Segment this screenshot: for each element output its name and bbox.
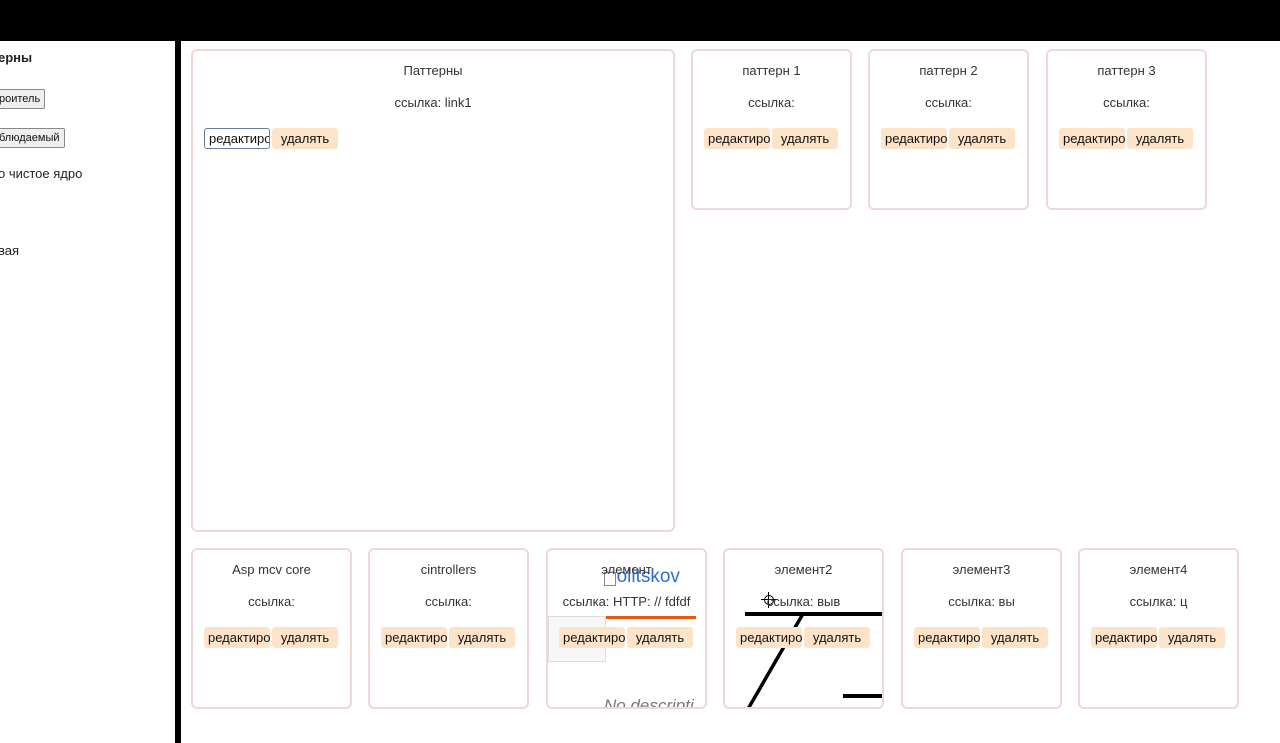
delete-button[interactable]: удалять	[272, 627, 338, 648]
edit-button[interactable]: редактировать	[881, 128, 947, 149]
delete-button[interactable]: удалять	[804, 627, 870, 648]
sidebar-item-clean-core[interactable]: о чистое ядро	[0, 166, 82, 181]
card-link[interactable]: ссылка: выв	[725, 594, 882, 609]
element-card: Asp mcv core ссылка: редактировать удаля…	[191, 548, 352, 709]
pattern-card: паттерн 2 ссылка: редактировать удалять	[868, 49, 1029, 210]
card-link[interactable]: ссылка:	[693, 95, 850, 110]
element-card: cintrollers ссылка: редактировать удалят…	[368, 548, 529, 709]
card-title: элемент2	[774, 562, 833, 577]
edit-button[interactable]: редактировать	[736, 627, 802, 648]
preview-accent-bar	[606, 616, 696, 619]
delete-button[interactable]: удалять	[949, 128, 1015, 149]
card-link[interactable]: ссылка: link1	[193, 95, 673, 110]
element-card: элемент3 ссылка: вы редактировать удалят…	[901, 548, 1062, 709]
pattern-card: паттерн 3 ссылка: редактировать удалять	[1046, 49, 1207, 210]
delete-button[interactable]: удалять	[627, 627, 693, 648]
edit-button[interactable]: редактировать	[559, 627, 625, 648]
card-link[interactable]: ссылка:	[870, 95, 1027, 110]
edit-button[interactable]: редактировать	[381, 627, 447, 648]
card-link[interactable]: ссылка:	[1048, 95, 1205, 110]
card-title: элемент	[601, 562, 652, 577]
element-card: элемент2 ссылка: выв редактировать удаля…	[723, 548, 884, 709]
delete-button[interactable]: удалять	[982, 627, 1048, 648]
edit-button[interactable]: редактировать	[204, 128, 270, 149]
delete-button[interactable]: удалять	[1159, 627, 1225, 648]
sidebar: ерны роитель блюдаемый о чистое ядро вая	[0, 41, 175, 743]
card-link[interactable]: ссылка: ц	[1080, 594, 1237, 609]
preview-description: No descripti	[604, 696, 694, 709]
delete-button[interactable]: удалять	[1127, 128, 1193, 149]
card-title: cintrollers	[420, 562, 477, 577]
card-title: Паттерны	[403, 63, 463, 78]
element-card: элемент4 ссылка: ц редактировать удалять	[1078, 548, 1239, 709]
pattern-card: Паттерны ссылка: link1 редактировать уда…	[191, 49, 675, 532]
edit-button[interactable]: редактировать	[204, 627, 270, 648]
delete-button[interactable]: удалять	[449, 627, 515, 648]
edit-button[interactable]: редактировать	[1059, 128, 1125, 149]
card-title: паттерн 2	[919, 63, 978, 78]
card-title: элемент3	[952, 562, 1011, 577]
element-card: politskov No descripti элемент ссылка: H…	[546, 548, 707, 709]
card-link[interactable]: ссылка: вы	[903, 594, 1060, 609]
sidebar-button-builder[interactable]: роитель	[0, 89, 46, 109]
card-link[interactable]: ссылка:	[370, 594, 527, 609]
delete-button[interactable]: удалять	[272, 128, 338, 149]
card-title: паттерн 1	[742, 63, 801, 78]
card-link[interactable]: ссылка:	[193, 594, 350, 609]
edit-button[interactable]: редактировать	[1091, 627, 1157, 648]
card-link[interactable]: ссылка: HTTP: // fdfdf	[548, 594, 705, 609]
sidebar-button-observer[interactable]: блюдаемый	[0, 128, 65, 148]
edit-button[interactable]: редактировать	[914, 627, 980, 648]
sidebar-title: ерны	[0, 50, 33, 65]
delete-button[interactable]: удалять	[772, 128, 838, 149]
card-title: элемент4	[1129, 562, 1188, 577]
drawing-line	[745, 612, 882, 616]
card-title: паттерн 3	[1097, 63, 1156, 78]
card-title: Asp mcv core	[232, 562, 311, 577]
sidebar-item-other[interactable]: вая	[0, 243, 19, 258]
drawing-line	[843, 694, 882, 698]
sidebar-divider	[175, 41, 181, 743]
edit-button[interactable]: редактировать	[704, 128, 770, 149]
pattern-card: паттерн 1 ссылка: редактировать удалять	[691, 49, 852, 210]
top-bar	[0, 0, 1280, 41]
